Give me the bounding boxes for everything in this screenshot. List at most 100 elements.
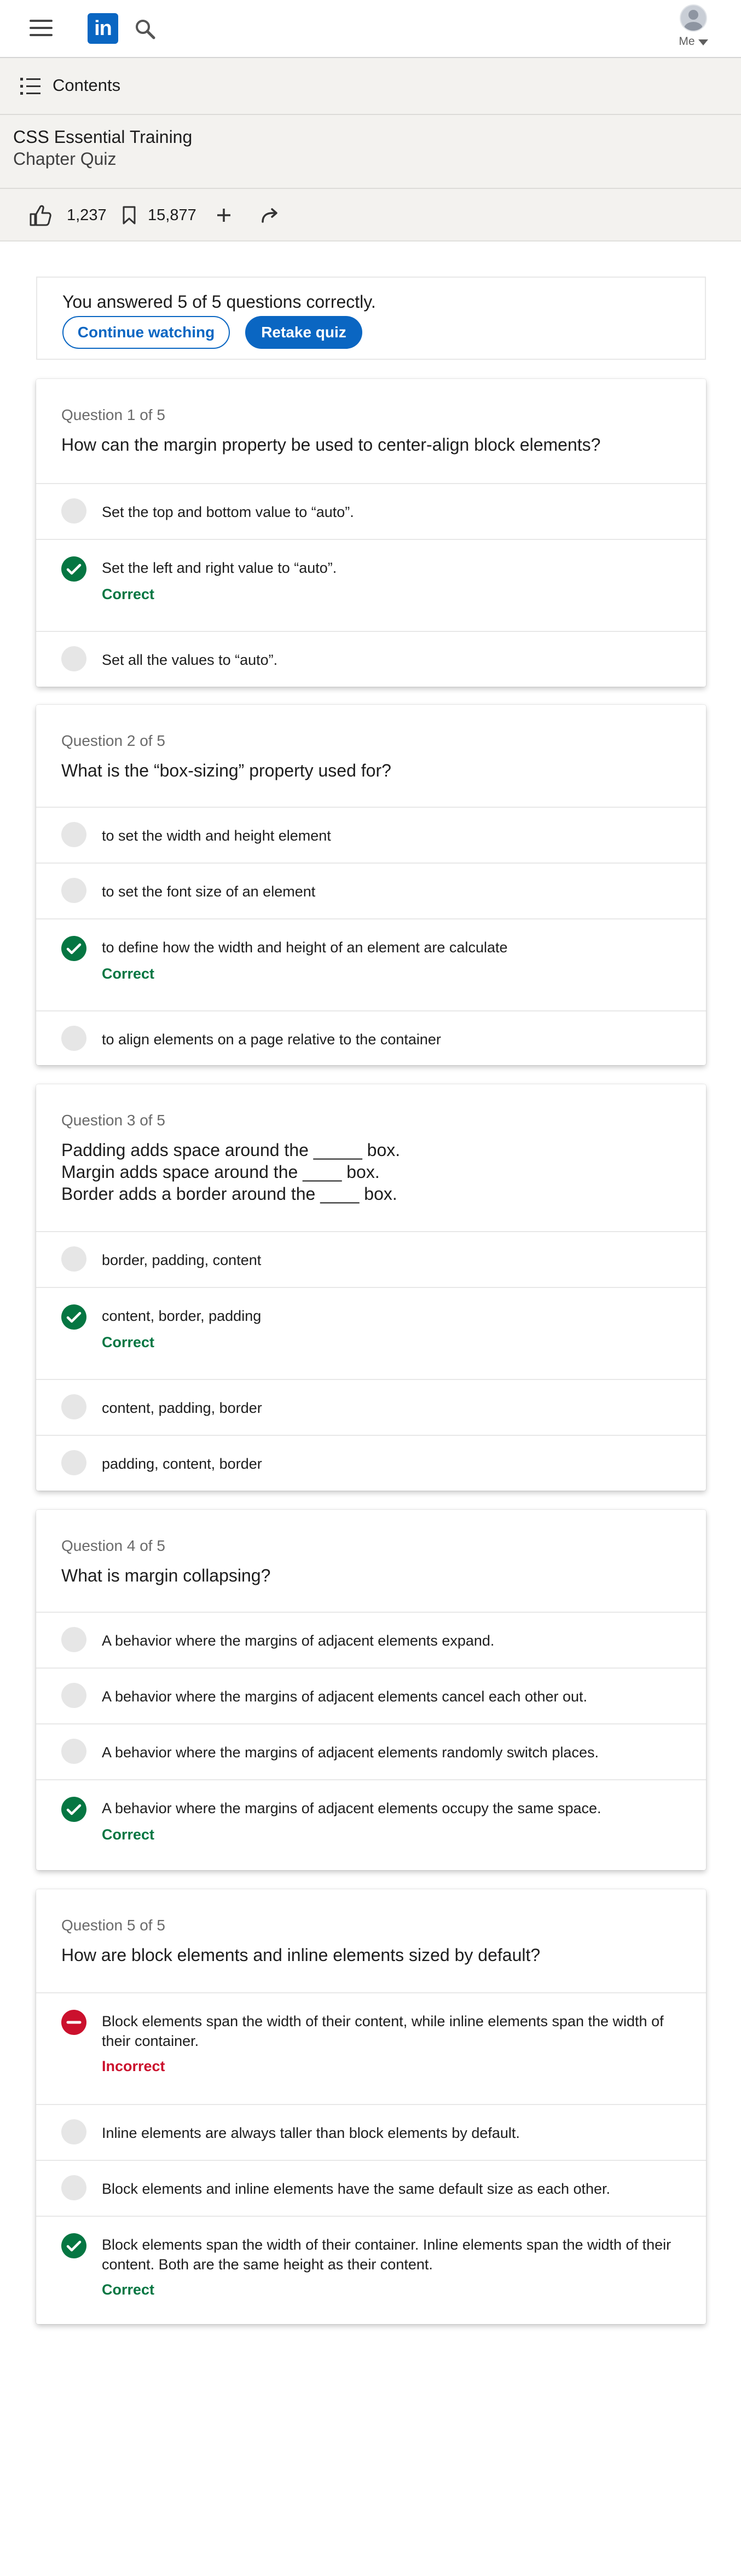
answer-option[interactable]: Set the top and bottom value to “auto”. xyxy=(36,483,706,539)
like-button[interactable] xyxy=(28,189,53,242)
answer-status: Incorrect xyxy=(102,2058,165,2074)
answer-text: padding, content, border xyxy=(102,1456,262,1472)
answer-text: to define how the width and height of an… xyxy=(102,939,508,956)
share-button[interactable] xyxy=(260,189,279,242)
list-icon xyxy=(20,78,40,95)
answer-option[interactable]: content, border, padding Correct xyxy=(36,1287,706,1379)
answer-text: Block elements span the width of their c… xyxy=(102,2013,664,2049)
retake-quiz-button[interactable]: Retake quiz xyxy=(245,316,362,349)
answer-text: Block elements and inline elements have … xyxy=(102,2181,611,2197)
radio-empty-icon xyxy=(61,1450,86,1475)
answer-option[interactable]: Set the left and right value to “auto”. … xyxy=(36,539,706,631)
save-button[interactable] xyxy=(121,189,137,242)
answer-option[interactable]: A behavior where the margins of adjacent… xyxy=(36,1723,706,1779)
answer-option[interactable]: Block elements and inline elements have … xyxy=(36,2160,706,2216)
quiz-result-banner: You answered 5 of 5 questions correctly.… xyxy=(36,277,706,360)
plus-icon xyxy=(217,209,230,222)
linkedin-logo[interactable]: in xyxy=(88,13,118,44)
question-card: Question 2 of 5 What is the “box-sizing”… xyxy=(36,705,706,1065)
search-icon[interactable] xyxy=(134,18,157,41)
share-arrow-icon xyxy=(262,208,277,223)
course-actions: 1,237 15,877 xyxy=(0,188,741,242)
check-circle-icon xyxy=(61,1304,86,1330)
menu-icon[interactable] xyxy=(30,20,53,36)
answer-option[interactable]: Set all the values to “auto”. xyxy=(36,631,706,687)
answer-option[interactable]: padding, content, border xyxy=(36,1435,706,1491)
thumbs-up-icon xyxy=(30,205,51,226)
radio-empty-icon xyxy=(61,1246,86,1272)
add-button[interactable] xyxy=(216,189,232,242)
question-text: Padding adds space around the _____ box.… xyxy=(61,1140,401,1204)
answer-status: Correct xyxy=(102,2281,155,2298)
answer-status: Correct xyxy=(102,586,155,602)
like-count: 1,237 xyxy=(67,206,107,224)
answer-option[interactable]: A behavior where the margins of adjacent… xyxy=(36,1612,706,1668)
radio-empty-icon xyxy=(61,646,86,671)
answer-text: to set the width and height element xyxy=(102,827,331,844)
chapter-title: Chapter Quiz xyxy=(13,149,117,169)
question-text: What is the “box-sizing” property used f… xyxy=(61,761,391,780)
answer-text: to align elements on a page relative to … xyxy=(102,1031,441,1048)
check-circle-icon xyxy=(61,556,86,582)
answer-option[interactable]: A behavior where the margins of adjacent… xyxy=(36,1668,706,1723)
answer-text: Set the top and bottom value to “auto”. xyxy=(102,504,354,520)
check-circle-icon xyxy=(61,1797,86,1822)
save-count: 15,877 xyxy=(148,206,196,224)
caret-down-icon xyxy=(698,39,708,46)
answer-option[interactable]: to define how the width and height of an… xyxy=(36,918,706,1010)
answer-text: content, padding, border xyxy=(102,1400,262,1416)
answer-text: Block elements span the width of their c… xyxy=(102,2236,671,2273)
answer-text: Set all the values to “auto”. xyxy=(102,652,278,668)
answer-text: A behavior where the margins of adjacent… xyxy=(102,1688,588,1705)
question-number: Question 4 of 5 xyxy=(61,1537,165,1554)
me-label: Me xyxy=(679,35,695,48)
radio-empty-icon xyxy=(61,822,86,847)
avatar xyxy=(680,4,707,32)
result-summary: You answered 5 of 5 questions correctly. xyxy=(62,292,376,312)
answer-text: Set the left and right value to “auto”. xyxy=(102,560,337,576)
answer-text: A behavior where the margins of adjacent… xyxy=(102,1800,601,1816)
answer-text: content, border, padding xyxy=(102,1308,262,1324)
question-text: How can the margin property be used to c… xyxy=(61,435,601,455)
radio-empty-icon xyxy=(61,1739,86,1764)
question-number: Question 2 of 5 xyxy=(61,732,165,749)
question-card: Question 4 of 5 What is margin collapsin… xyxy=(36,1510,706,1870)
course-header: Contents CSS Essential Training Chapter … xyxy=(0,58,741,242)
radio-empty-icon xyxy=(61,1394,86,1419)
radio-empty-icon xyxy=(61,1026,86,1051)
contents-label: Contents xyxy=(53,76,121,95)
question-number: Question 1 of 5 xyxy=(61,406,165,423)
answer-option[interactable]: Block elements span the width of their c… xyxy=(36,2216,706,2324)
answer-option[interactable]: Inline elements are always taller than b… xyxy=(36,2104,706,2160)
answer-option[interactable]: to align elements on a page relative to … xyxy=(36,1010,706,1065)
answer-option[interactable]: Block elements span the width of their c… xyxy=(36,1992,706,2104)
question-card: Question 3 of 5 Padding adds space aroun… xyxy=(36,1084,706,1491)
minus-circle-icon xyxy=(61,2010,86,2035)
radio-empty-icon xyxy=(61,878,86,903)
radio-empty-icon xyxy=(61,1683,86,1708)
continue-watching-button[interactable]: Continue watching xyxy=(62,316,230,349)
answer-option[interactable]: A behavior where the margins of adjacent… xyxy=(36,1779,706,1870)
answer-status: Correct xyxy=(102,1334,155,1350)
answer-option[interactable]: content, padding, border xyxy=(36,1379,706,1435)
answer-text: Inline elements are always taller than b… xyxy=(102,2125,520,2141)
radio-empty-icon xyxy=(61,2119,86,2144)
answer-option[interactable]: to set the width and height element xyxy=(36,807,706,863)
question-number: Question 3 of 5 xyxy=(61,1112,165,1129)
contents-toggle[interactable]: Contents xyxy=(0,58,741,115)
check-circle-icon xyxy=(61,936,86,961)
answer-text: A behavior where the margins of adjacent… xyxy=(102,1744,599,1761)
question-text: What is margin collapsing? xyxy=(61,1566,271,1585)
answer-text: to set the font size of an element xyxy=(102,883,316,900)
radio-empty-icon xyxy=(61,498,86,524)
question-card: Question 5 of 5 How are block elements a… xyxy=(36,1889,706,2324)
answer-option[interactable]: border, padding, content xyxy=(36,1231,706,1287)
answer-text: border, padding, content xyxy=(102,1252,262,1268)
answer-text: A behavior where the margins of adjacent… xyxy=(102,1632,495,1649)
radio-empty-icon xyxy=(61,2175,86,2200)
course-title: CSS Essential Training xyxy=(13,127,193,147)
question-card: Question 1 of 5 How can the margin prope… xyxy=(36,379,706,687)
check-circle-icon xyxy=(61,2233,86,2258)
answer-option[interactable]: to set the font size of an element xyxy=(36,863,706,918)
me-menu[interactable]: Me xyxy=(669,4,718,54)
